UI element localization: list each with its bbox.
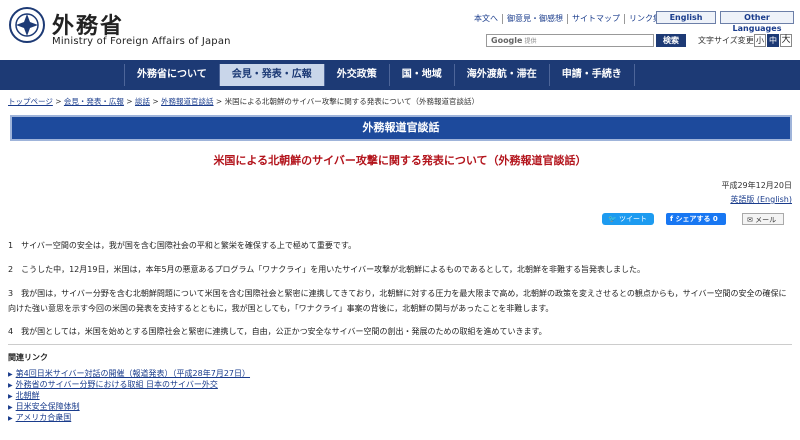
- nav-item-press[interactable]: 会見・発表・広報: [218, 64, 324, 86]
- font-size-medium-button[interactable]: 中: [767, 34, 779, 47]
- tweet-label: ツイート: [618, 215, 647, 223]
- font-size-label: 文字サイズ変更: [698, 36, 754, 45]
- related-link[interactable]: 第4回日米サイバー対話の開催（報道発表）（平成28年7月27日）: [16, 369, 250, 378]
- related-link[interactable]: 北朝鮮: [16, 391, 40, 400]
- search-input[interactable]: Google 提供: [486, 34, 654, 47]
- breadcrumb-press[interactable]: 会見・発表・広報: [64, 97, 124, 106]
- paragraph-1: 1 サイバー空間の安全は，我が国を含む国際社会の平和と繁栄を確保する上で極めて重…: [8, 241, 357, 250]
- english-version-link[interactable]: 英語版 (English): [730, 194, 792, 205]
- util-link-main[interactable]: 本文へ: [470, 14, 502, 24]
- breadcrumb: トップページ > 会見・発表・広報 > 談話 > 外務報道官談話 > 米国による…: [8, 97, 480, 106]
- mail-label: メール: [755, 216, 777, 224]
- site-logo[interactable]: 外務省 Ministry of Foreign Affairs of Japan: [8, 6, 231, 50]
- global-nav: 外務省について 会見・発表・広報 外交政策 国・地域 海外渡航・滞在 申請・手続…: [0, 60, 800, 90]
- paragraph-4: 4 我が国としては，米国を始めとする国際社会と緊密に連携して，自由，公正かつ安全…: [8, 327, 547, 336]
- paragraph-3: 3 我が国は，サイバー分野を含む北朝鮮問題について米国を含む国際社会と緊密に連携…: [8, 289, 787, 313]
- nav-item-countries[interactable]: 国・地域: [388, 64, 454, 86]
- arrow-right-icon: ▶: [8, 404, 13, 411]
- nav-item-travel[interactable]: 海外渡航・滞在: [453, 64, 549, 86]
- nav-item-policy[interactable]: 外交政策: [323, 64, 389, 86]
- list-item: ▶ 日米安全保障体制: [8, 401, 250, 412]
- list-item: ▶ 外務省のサイバー分野における取組 日本のサイバー外交: [8, 379, 250, 390]
- facebook-share-button[interactable]: f シェアする 0: [666, 213, 726, 225]
- mail-icon: ✉: [747, 216, 753, 224]
- breadcrumb-statements[interactable]: 談話: [135, 97, 150, 106]
- arrow-right-icon: ▶: [8, 415, 13, 422]
- font-size-small-button[interactable]: 小: [754, 34, 766, 47]
- related-link[interactable]: 外務省のサイバー分野における取組 日本のサイバー外交: [16, 380, 218, 389]
- content-divider: [8, 344, 792, 345]
- list-item: ▶ アメリカ合衆国: [8, 412, 250, 423]
- list-item: ▶ 第4回日米サイバー対話の開催（報道発表）（平成28年7月27日）: [8, 368, 250, 379]
- nav-item-procedures[interactable]: 申請・手続き: [548, 64, 635, 86]
- other-languages-button[interactable]: Other Languages: [720, 11, 794, 33]
- list-item: ▶ 北朝鮮: [8, 390, 250, 401]
- font-size-large-button[interactable]: 大: [780, 34, 792, 47]
- breadcrumb-current: 米国による北朝鮮のサイバー攻撃に関する発表について（外務報道官談話）: [224, 97, 480, 106]
- page-title: 米国による北朝鮮のサイバー攻撃に関する発表について（外務報道官談話）: [213, 154, 587, 167]
- related-links-title: 関連リンク: [8, 353, 48, 362]
- arrow-right-icon: ▶: [8, 393, 13, 400]
- arrow-right-icon: ▶: [8, 371, 13, 378]
- facebook-icon: f: [670, 215, 674, 223]
- twitter-icon: 🐦: [608, 215, 617, 223]
- paragraph-2: 2 こうした中，12月19日，米国は，本年5月の悪意あるプログラム「ワナクライ」…: [8, 265, 646, 274]
- mail-button[interactable]: ✉ メール: [742, 213, 784, 225]
- share-label: シェアする 0: [675, 215, 718, 223]
- arrow-right-icon: ▶: [8, 382, 13, 389]
- section-banner: 外務報道官談話: [10, 115, 792, 141]
- breadcrumb-press-secretary[interactable]: 外務報道官談話: [161, 97, 214, 106]
- related-link[interactable]: 日米安全保障体制: [16, 402, 80, 411]
- english-button[interactable]: English: [656, 11, 716, 24]
- related-link[interactable]: アメリカ合衆国: [16, 413, 72, 422]
- ministry-emblem-icon: [9, 7, 45, 43]
- search-button[interactable]: 検索: [656, 34, 686, 47]
- publish-date: 平成29年12月20日: [721, 181, 792, 190]
- google-label: Google: [491, 36, 523, 45]
- logo-title-en: Ministry of Foreign Affairs of Japan: [52, 36, 231, 47]
- related-links-list: ▶ 第4回日米サイバー対話の開催（報道発表）（平成28年7月27日） ▶ 外務省のサ…: [8, 368, 250, 423]
- site-header: 外務省 Ministry of Foreign Affairs of Japan…: [0, 0, 800, 58]
- util-link-sitemap[interactable]: サイトマップ: [567, 14, 624, 24]
- util-link-feedback[interactable]: 御意見・御感想: [502, 14, 567, 24]
- google-sub-label: 提供: [524, 38, 537, 45]
- breadcrumb-top[interactable]: トップページ: [8, 97, 53, 106]
- utility-links: 本文へ 御意見・御感想 サイトマップ リンク集: [470, 13, 665, 25]
- tweet-button[interactable]: 🐦 ツイート: [602, 213, 654, 225]
- nav-item-about[interactable]: 外務省について: [124, 64, 219, 86]
